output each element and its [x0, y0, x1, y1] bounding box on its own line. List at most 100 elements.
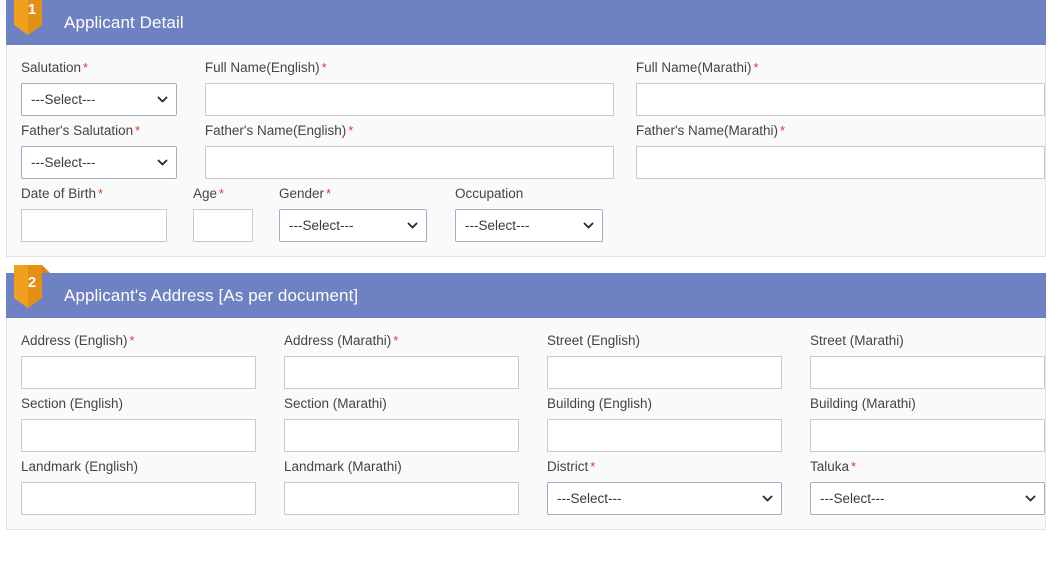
input-street-marathi[interactable]: [810, 356, 1045, 389]
section-header: 1 Applicant Detail: [6, 0, 1046, 45]
label-text: Taluka: [810, 459, 850, 474]
field-section-english: Section (English): [21, 395, 256, 452]
label-salutation: Salutation *: [21, 59, 177, 76]
input-street-english[interactable]: [547, 356, 782, 389]
label-text: Address (English): [21, 333, 128, 348]
label-date-of-birth: Date of Birth *: [21, 185, 167, 202]
field-age: Age *: [193, 185, 253, 242]
label-text: Landmark (English): [21, 459, 139, 474]
label-text: Date of Birth: [21, 186, 97, 201]
select-district[interactable]: ---Select---: [547, 482, 782, 515]
label-age: Age *: [193, 185, 253, 202]
required-marker: *: [83, 60, 89, 75]
input-full-name-marathi[interactable]: [635, 83, 1045, 116]
field-row: Section (English) Section (Marathi) Buildi…: [7, 395, 1045, 452]
label-text: Street (English): [547, 333, 641, 348]
required-marker: *: [753, 60, 759, 75]
field-gender: Gender * ---Select---: [279, 185, 427, 242]
required-marker: *: [780, 123, 786, 138]
label-fathers-salutation: Father's Salutation *: [21, 122, 177, 139]
section-body: Salutation * ---Select--- Full Name(English…: [6, 45, 1046, 257]
input-building-english[interactable]: [547, 419, 782, 452]
field-occupation: Occupation ---Select---: [455, 185, 603, 242]
required-marker: *: [135, 123, 141, 138]
label-text: Father's Name(English): [204, 123, 347, 138]
label-full-name-english: Full Name(English) *: [205, 59, 614, 76]
field-fathers-salutation: Father's Salutation * ---Select---: [21, 122, 177, 179]
input-building-marathi[interactable]: [810, 419, 1045, 452]
chevron-down-icon: [157, 147, 168, 178]
label-text: Section (Marathi): [284, 396, 387, 411]
label-address-english: Address (English) *: [21, 332, 256, 349]
field-row: Salutation * ---Select--- Full Name(English…: [7, 59, 1045, 116]
chevron-down-icon: [1025, 483, 1036, 514]
field-district: District * ---Select---: [547, 458, 782, 515]
field-fathers-name-marathi: Father's Name(Marathi) *: [635, 122, 1045, 179]
required-marker: *: [590, 459, 596, 474]
label-street-english: Street (English): [547, 332, 782, 349]
label-occupation: Occupation: [455, 185, 603, 202]
select-salutation[interactable]: ---Select---: [21, 83, 177, 116]
select-value: ---Select---: [31, 92, 96, 107]
label-section-marathi: Section (Marathi): [284, 395, 519, 412]
select-gender[interactable]: ---Select---: [279, 209, 427, 242]
field-section-marathi: Section (Marathi): [284, 395, 519, 452]
select-occupation[interactable]: ---Select---: [455, 209, 603, 242]
input-date-of-birth[interactable]: [21, 209, 167, 242]
field-fathers-name-english: Father's Name(English) *: [204, 122, 614, 179]
select-value: ---Select---: [31, 155, 96, 170]
input-landmark-english[interactable]: [21, 482, 256, 515]
required-marker: *: [321, 60, 327, 75]
input-age[interactable]: [193, 209, 253, 242]
field-building-marathi: Building (Marathi): [810, 395, 1045, 452]
field-street-marathi: Street (Marathi): [810, 332, 1045, 389]
label-fathers-name-marathi: Father's Name(Marathi) *: [636, 122, 1045, 139]
section-header: 2 Applicant's Address [As per document]: [6, 265, 1046, 318]
field-taluka: Taluka * ---Select---: [810, 458, 1045, 515]
label-full-name-marathi: Full Name(Marathi) *: [636, 59, 1045, 76]
label-text: Father's Salutation: [21, 123, 134, 138]
input-landmark-marathi[interactable]: [284, 482, 519, 515]
input-section-english[interactable]: [21, 419, 256, 452]
input-address-english[interactable]: [21, 356, 256, 389]
select-value: ---Select---: [289, 218, 354, 233]
label-building-marathi: Building (Marathi): [810, 395, 1045, 412]
section-body: Address (English) * Address (Marathi) * Stre…: [6, 318, 1046, 530]
step-number-badge-icon: 1: [14, 0, 50, 40]
label-text: Landmark (Marathi): [284, 459, 402, 474]
input-full-name-english[interactable]: [204, 83, 614, 116]
section-title: Applicant Detail: [64, 12, 184, 32]
field-street-english: Street (English): [547, 332, 782, 389]
field-row: Father's Salutation * ---Select--- Father's…: [7, 122, 1045, 179]
input-fathers-name-english[interactable]: [204, 146, 614, 179]
label-address-marathi: Address (Marathi) *: [284, 332, 519, 349]
field-full-name-english: Full Name(English) *: [204, 59, 614, 116]
field-row: Landmark (English) Landmark (Marathi) Dist…: [7, 458, 1045, 515]
chevron-down-icon: [583, 210, 594, 241]
label-fathers-name-english: Father's Name(English) *: [205, 122, 614, 139]
select-value: ---Select---: [820, 491, 885, 506]
label-text: District: [547, 459, 589, 474]
required-marker: *: [851, 459, 857, 474]
label-text: Building (Marathi): [810, 396, 916, 411]
field-address-marathi: Address (Marathi) *: [284, 332, 519, 389]
field-salutation: Salutation * ---Select---: [21, 59, 177, 116]
label-text: Age: [193, 186, 218, 201]
field-date-of-birth: Date of Birth *: [21, 185, 167, 242]
label-text: Section (English): [21, 396, 124, 411]
label-gender: Gender *: [279, 185, 427, 202]
label-text: Building (English): [547, 396, 653, 411]
select-fathers-salutation[interactable]: ---Select---: [21, 146, 177, 179]
required-marker: *: [219, 186, 225, 201]
input-fathers-name-marathi[interactable]: [635, 146, 1045, 179]
required-marker: *: [326, 186, 332, 201]
form-page: 1 Applicant Detail Salutation * ---Select---…: [0, 0, 1060, 530]
field-building-english: Building (English): [547, 395, 782, 452]
label-taluka: Taluka *: [810, 458, 1045, 475]
input-address-marathi[interactable]: [284, 356, 519, 389]
label-building-english: Building (English): [547, 395, 782, 412]
label-section-english: Section (English): [21, 395, 256, 412]
input-section-marathi[interactable]: [284, 419, 519, 452]
select-taluka[interactable]: ---Select---: [810, 482, 1045, 515]
label-text: Street (Marathi): [810, 333, 904, 348]
